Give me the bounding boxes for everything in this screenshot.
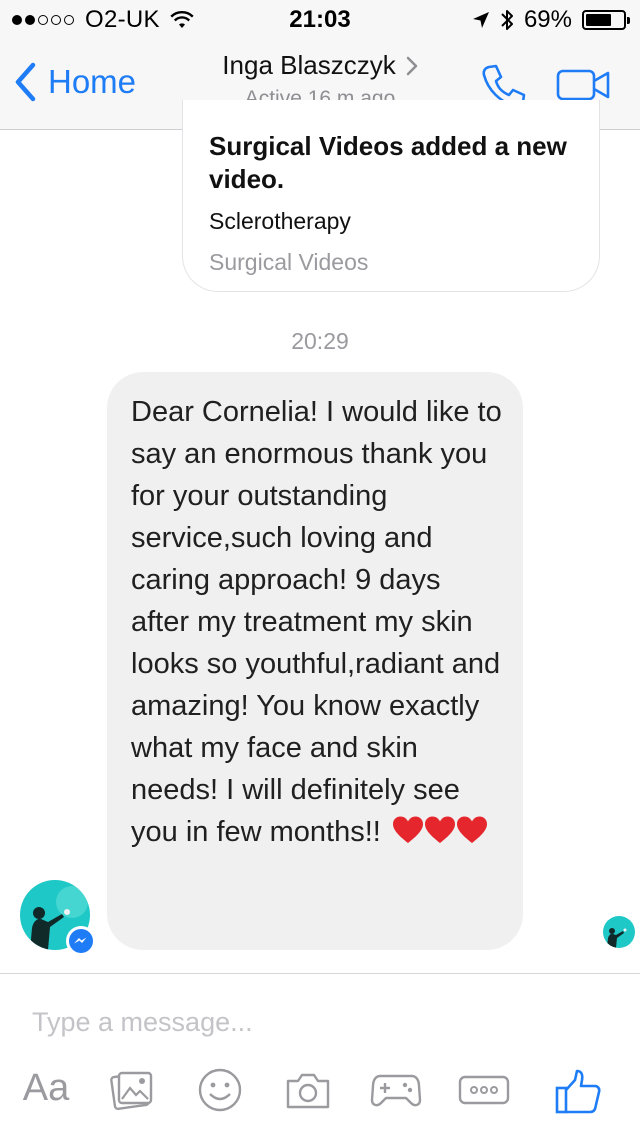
seen-receipt-avatar [603,916,635,948]
camera-icon[interactable] [284,1066,332,1114]
battery-level [586,14,611,26]
heart-emoji-icon [392,816,423,843]
like-thumb-icon[interactable] [552,1066,604,1118]
status-bar: O2-UK 21:03 69% [0,0,640,40]
heart-emoji-icon [424,816,455,843]
contact-name-row[interactable]: Inga Blaszczyk [222,50,417,81]
heart-emoji-icon [456,816,487,843]
message-composer: Aa [0,973,640,1136]
back-button[interactable]: Home [14,62,136,102]
chevron-left-icon [15,62,36,102]
heart-emoji-group [391,815,487,845]
contact-name: Inga Blaszczyk [222,50,396,80]
messenger-badge-icon [66,926,96,956]
shared-video-card[interactable]: Surgical Videos added a new video. Scler… [182,100,600,292]
shared-card-source: Surgical Videos [209,249,369,275]
incoming-message-bubble[interactable]: Dear Cornelia! I would like to say an en… [107,372,523,950]
more-icon[interactable] [458,1066,510,1114]
video-camera-icon [556,69,610,101]
thread-timestamp: 20:29 [291,328,349,354]
shared-card-headline: Surgical Videos added a new video. [209,131,567,194]
location-arrow-icon [472,12,489,28]
shared-card-title: Sclerotherapy [209,208,351,234]
message-body: Dear Cornelia! I would like to say an en… [131,396,502,848]
back-button-label: Home [48,63,137,100]
message-text: Dear Cornelia! I would like to say an en… [131,391,503,853]
gallery-icon[interactable] [108,1066,156,1114]
game-controller-icon[interactable] [370,1066,422,1114]
chevron-right-icon [406,56,417,75]
bluetooth-icon [501,10,513,30]
battery-icon [582,10,630,30]
aa-icon[interactable]: Aa [20,1066,72,1110]
emoji-icon[interactable] [196,1066,244,1114]
message-input[interactable] [32,1002,592,1042]
status-right: 69% [462,6,630,34]
battery-percent: 69% [523,6,572,33]
